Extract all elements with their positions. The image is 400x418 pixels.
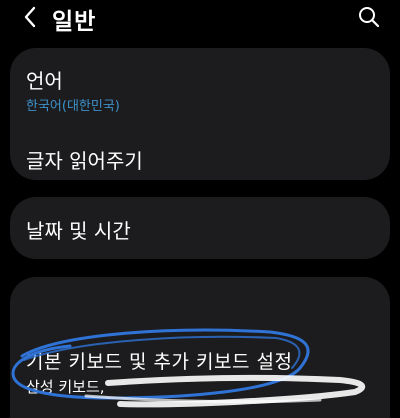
page-title: 일반 [52,9,97,35]
settings-group-language: 언어 한국어(대한민국) 글자 읽어주기 [10,48,390,180]
chevron-left-icon [24,6,36,28]
back-button[interactable] [18,4,44,30]
top-app-bar: 일반 [0,0,400,40]
keyboard-settings-item-title[interactable]: 기본 키보드 및 추가 키보드 설정 [26,347,292,374]
keyboard-settings-item-value: 삼성 키보드, [26,378,105,396]
search-button[interactable] [356,4,382,30]
search-icon [359,7,380,28]
settings-group-date-time: 날짜 및 시간 [10,197,390,259]
text-to-speech-item-title[interactable]: 글자 읽어주기 [26,145,143,174]
language-item-value: 한국어(대한민국) [26,99,120,114]
settings-group-keyboard: 기본 키보드 및 추가 키보드 설정 삼성 키보드, [10,277,390,418]
language-item-title[interactable]: 언어 [26,65,63,94]
date-time-item-title[interactable]: 날짜 및 시간 [26,215,131,244]
